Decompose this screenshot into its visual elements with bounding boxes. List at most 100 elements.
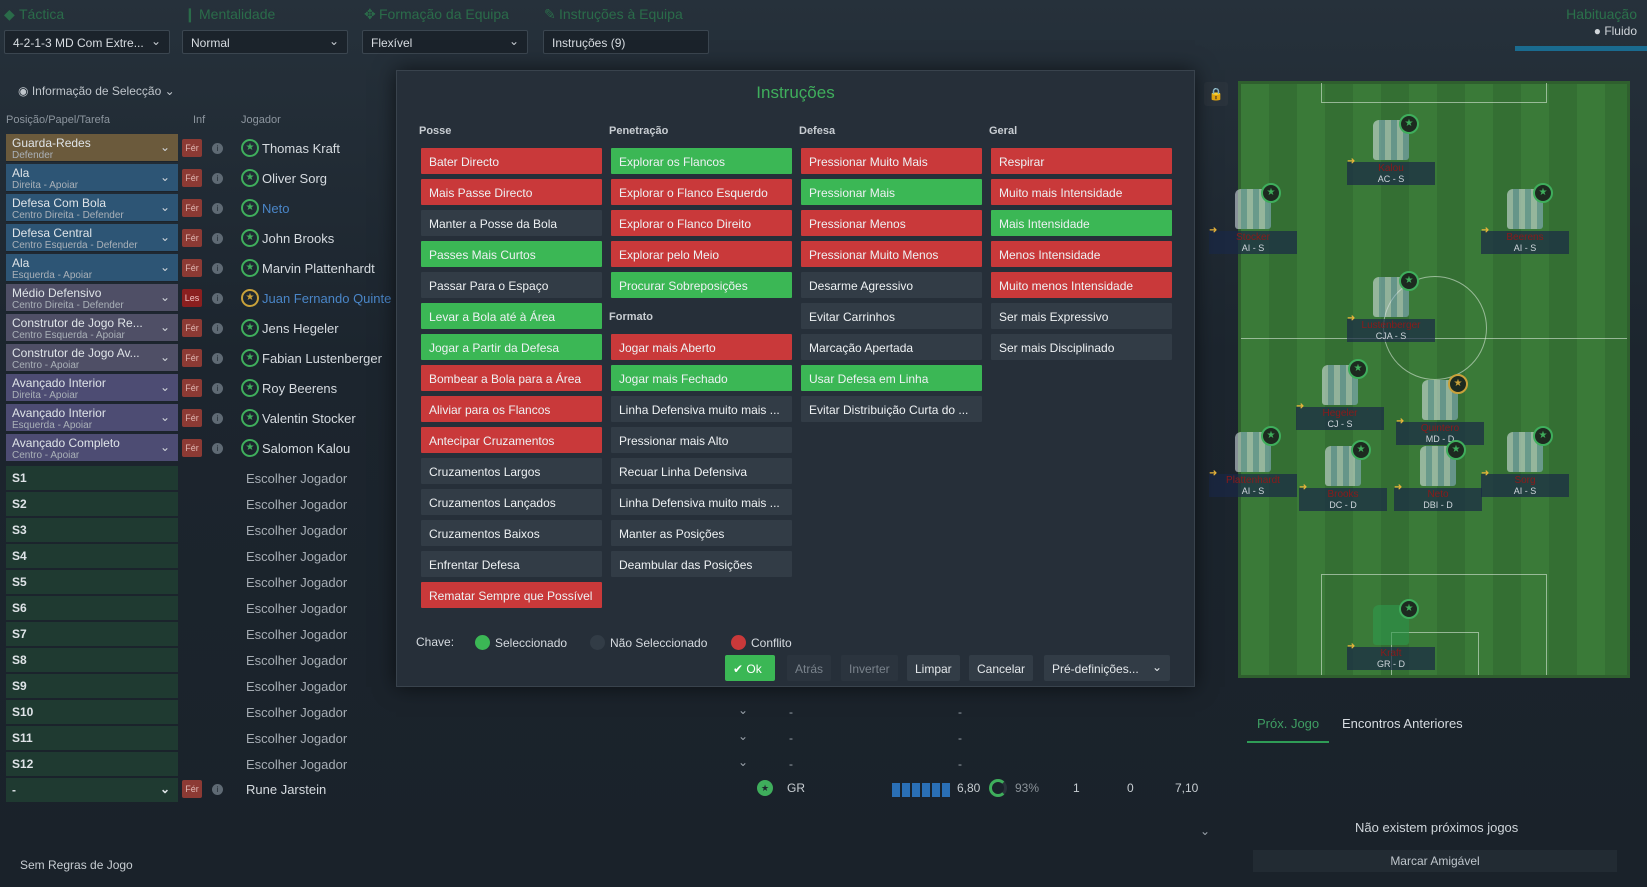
instruction-defesa-7[interactable]: Usar Defesa em Linha (801, 365, 982, 391)
info-icon[interactable]: i (212, 323, 223, 334)
position-slot[interactable]: Guarda-Redes Defender ⌄ (6, 134, 178, 162)
ok-button[interactable]: ✔ Ok (725, 655, 775, 681)
tab-next-match[interactable]: Próx. Jogo (1257, 716, 1319, 731)
instruction-defesa-2[interactable]: Pressionar Menos (801, 210, 982, 236)
instruction-defesa-8[interactable]: Evitar Distribuição Curta do ... (801, 396, 982, 422)
tab-previous-matches[interactable]: Encontros Anteriores (1342, 716, 1463, 731)
position-slot[interactable]: Ala Direita - Apoiar ⌄ (6, 164, 178, 192)
instruction-defesa-6[interactable]: Marcação Apertada (801, 334, 982, 360)
substitute-slot[interactable]: S5 (6, 570, 178, 594)
instruction-defesa-3[interactable]: Pressionar Muito Menos (801, 241, 982, 267)
instruction-penetracao-3[interactable]: Explorar pelo Meio (611, 241, 792, 267)
pitch-player[interactable]: ★ Stocker AI - S (1209, 183, 1297, 254)
substitute-slot[interactable]: S12 (6, 752, 178, 776)
substitute-slot[interactable]: S9 (6, 674, 178, 698)
instruction-posse-12[interactable]: Cruzamentos Baixos (421, 520, 602, 546)
instruction-formato-6[interactable]: Manter as Posições (611, 520, 792, 546)
choose-player-link[interactable]: Escolher Jogador (246, 679, 347, 694)
player-name[interactable]: Salomon Kalou (262, 441, 350, 456)
player-name[interactable]: Neto (262, 201, 289, 216)
instruction-geral-0[interactable]: Respirar (991, 148, 1172, 174)
substitute-slot[interactable]: S4 (6, 544, 178, 568)
info-icon[interactable]: i (212, 263, 223, 274)
instruction-geral-6[interactable]: Ser mais Disciplinado (991, 334, 1172, 360)
choose-player-link[interactable]: Escolher Jogador (246, 471, 347, 486)
instruction-formato-5[interactable]: Linha Defensiva muito mais ... (611, 489, 792, 515)
instruction-defesa-0[interactable]: Pressionar Muito Mais (801, 148, 982, 174)
info-icon[interactable]: i (212, 203, 223, 214)
instruction-formato-1[interactable]: Jogar mais Fechado (611, 365, 792, 391)
lock-icon[interactable]: 🔒 (1204, 82, 1228, 106)
instruction-geral-1[interactable]: Muito mais Intensidade (991, 179, 1172, 205)
player-name[interactable]: Marvin Plattenhardt (262, 261, 375, 276)
choose-player-link[interactable]: Escolher Jogador (246, 523, 347, 538)
substitute-slot[interactable]: S2 (6, 492, 178, 516)
chevron-down-icon[interactable]: ⌄ (1200, 824, 1210, 838)
player-name[interactable]: Jens Hegeler (262, 321, 339, 336)
instruction-geral-4[interactable]: Muito menos Intensidade (991, 272, 1172, 298)
info-icon[interactable]: i (212, 173, 223, 184)
substitute-slot[interactable]: S11 (6, 726, 178, 750)
pitch-player[interactable]: ★ Hegeler CJ - S (1296, 359, 1384, 430)
player-name[interactable]: Oliver Sorg (262, 171, 327, 186)
instruction-geral-3[interactable]: Menos Intensidade (991, 241, 1172, 267)
info-icon[interactable]: i (212, 233, 223, 244)
instruction-formato-3[interactable]: Pressionar mais Alto (611, 427, 792, 453)
info-icon[interactable]: i (212, 143, 223, 154)
instruction-penetracao-1[interactable]: Explorar o Flanco Esquerdo (611, 179, 792, 205)
position-slot[interactable]: Ala Esquerda - Apoiar ⌄ (6, 254, 178, 282)
position-slot[interactable]: Médio Defensivo Centro Direita - Defende… (6, 284, 178, 312)
instruction-penetracao-4[interactable]: Procurar Sobreposições (611, 272, 792, 298)
instruction-posse-8[interactable]: Aliviar para os Flancos (421, 396, 602, 422)
choose-player-link[interactable]: Escolher Jogador (246, 653, 347, 668)
instruction-posse-10[interactable]: Cruzamentos Largos (421, 458, 602, 484)
info-icon[interactable]: i (212, 784, 223, 795)
formation-dropdown[interactable]: Flexível ⌄ (362, 30, 528, 54)
invert-button[interactable]: Inverter (841, 655, 898, 681)
position-slot[interactable]: Avançado Completo Centro - Apoiar ⌄ (6, 434, 178, 462)
team-instructions-button[interactable]: Instruções (9) (543, 30, 709, 54)
choose-player-link[interactable]: Escolher Jogador (246, 757, 347, 772)
instruction-geral-2[interactable]: Mais Intensidade (991, 210, 1172, 236)
chevron-down-icon[interactable]: ⌄ (738, 755, 748, 769)
instruction-posse-2[interactable]: Manter a Posse da Bola (421, 210, 602, 236)
choose-player-link[interactable]: Escolher Jogador (246, 705, 347, 720)
position-slot[interactable]: Construtor de Jogo Re... Centro Esquerda… (6, 314, 178, 342)
choose-player-link[interactable]: Escolher Jogador (246, 731, 347, 746)
substitute-slot[interactable]: S7 (6, 622, 178, 646)
chevron-down-icon[interactable]: ⌄ (738, 703, 748, 717)
instruction-formato-4[interactable]: Recuar Linha Defensiva (611, 458, 792, 484)
reserve-player-name[interactable]: Rune Jarstein (246, 782, 326, 797)
pitch-player[interactable]: ★ Beerens AI - S (1481, 183, 1569, 254)
info-icon[interactable]: i (212, 383, 223, 394)
player-name[interactable]: Fabian Lustenberger (262, 351, 382, 366)
pitch-player[interactable]: ★ Neto DBI - D (1394, 440, 1482, 511)
player-name[interactable]: John Brooks (262, 231, 334, 246)
instruction-defesa-1[interactable]: Pressionar Mais (801, 179, 982, 205)
back-button[interactable]: Atrás (787, 655, 832, 681)
reserve-slot[interactable]: - ⌄ (6, 778, 178, 802)
instruction-geral-5[interactable]: Ser mais Expressivo (991, 303, 1172, 329)
presets-dropdown[interactable]: Pré-definições... ⌄ (1044, 655, 1170, 681)
position-slot[interactable]: Avançado Interior Esquerda - Apoiar ⌄ (6, 404, 178, 432)
choose-player-link[interactable]: Escolher Jogador (246, 601, 347, 616)
info-icon[interactable]: i (212, 413, 223, 424)
pitch-player[interactable]: ★ Kalou AC - S (1347, 114, 1435, 185)
instruction-penetracao-0[interactable]: Explorar os Flancos (611, 148, 792, 174)
pitch-player[interactable]: ★ Sorg AI - S (1481, 426, 1569, 497)
pitch-player[interactable]: ★ Plattenhardt AI - S (1209, 426, 1297, 497)
chevron-down-icon[interactable]: ⌄ (738, 729, 748, 743)
instruction-posse-1[interactable]: Mais Passe Directo (421, 179, 602, 205)
choose-player-link[interactable]: Escolher Jogador (246, 549, 347, 564)
choose-player-link[interactable]: Escolher Jogador (246, 575, 347, 590)
tactic-dropdown[interactable]: 4-2-1-3 MD Com Extre... ⌄ (4, 30, 170, 54)
choose-player-link[interactable]: Escolher Jogador (246, 497, 347, 512)
pitch-player[interactable]: ★ Lustenberger CJA - S (1347, 271, 1435, 342)
position-slot[interactable]: Construtor de Jogo Av... Centro - Apoiar… (6, 344, 178, 372)
substitute-slot[interactable]: S10 (6, 700, 178, 724)
instruction-posse-9[interactable]: Antecipar Cruzamentos (421, 427, 602, 453)
instruction-posse-7[interactable]: Bombear a Bola para a Área (421, 365, 602, 391)
position-slot[interactable]: Avançado Interior Direita - Apoiar ⌄ (6, 374, 178, 402)
instruction-formato-0[interactable]: Jogar mais Aberto (611, 334, 792, 360)
instruction-posse-13[interactable]: Enfrentar Defesa (421, 551, 602, 577)
